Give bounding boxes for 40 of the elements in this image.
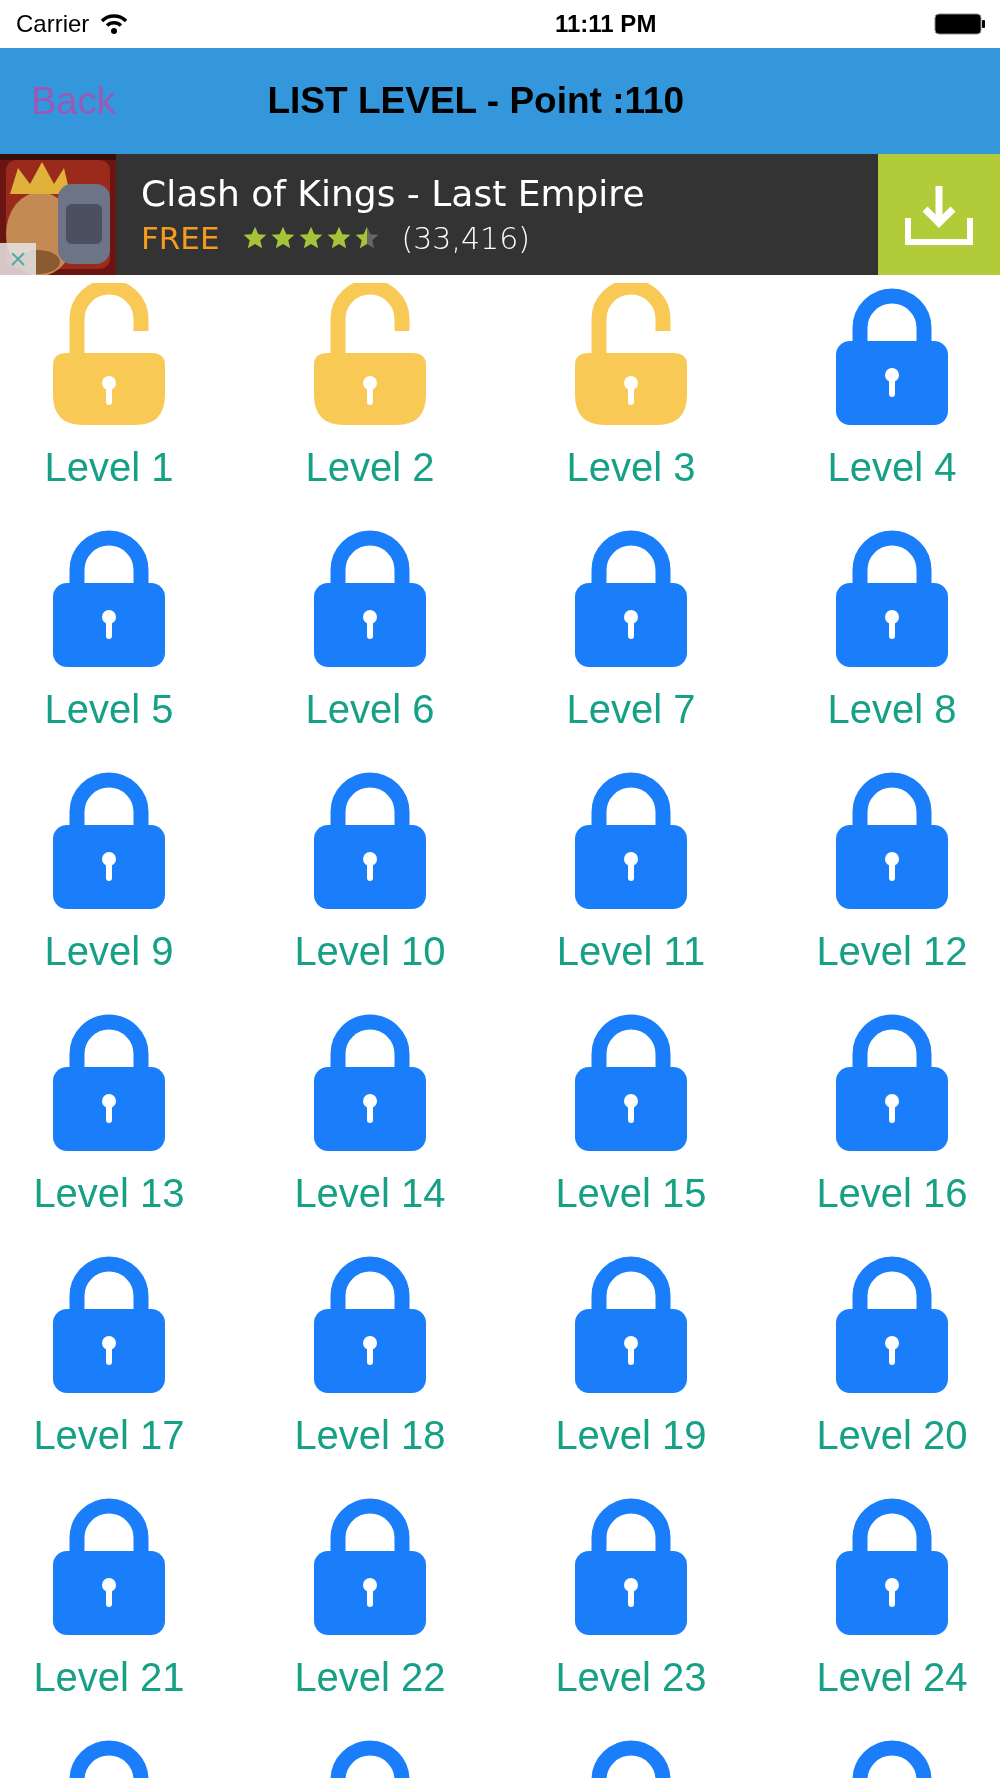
level-label: Level 20 — [816, 1413, 968, 1458]
level-label: Level 15 — [555, 1171, 707, 1216]
level-label: Level 21 — [33, 1655, 185, 1700]
carrier-label: Carrier — [16, 10, 90, 38]
level-label: Level 24 — [816, 1655, 968, 1700]
level-label: Level 13 — [33, 1171, 185, 1216]
level-label: Level 10 — [294, 929, 446, 974]
level-label: Level 3 — [566, 445, 696, 490]
level-label: Level 8 — [827, 687, 957, 732]
star-icon — [269, 225, 296, 251]
battery-icon — [934, 13, 986, 35]
star-icon — [241, 225, 268, 251]
wifi-icon — [101, 14, 128, 34]
star-icon — [325, 225, 352, 251]
level-label: Level 6 — [305, 687, 435, 732]
back-button[interactable]: Back — [31, 79, 116, 123]
level-label: Level 18 — [294, 1413, 446, 1458]
level-label: Level 12 — [816, 929, 968, 974]
ad-title: Clash of Kings - Last Empire — [141, 173, 646, 214]
level-label: Level 14 — [294, 1171, 446, 1216]
close-button[interactable]: × — [0, 243, 36, 275]
level-label: Level 17 — [33, 1413, 185, 1458]
level-label: Level 7 — [566, 687, 696, 732]
level-label: Level 11 — [556, 929, 706, 974]
level-label: Level 2 — [305, 445, 435, 490]
level-label: Level 4 — [827, 445, 957, 490]
level-label: Level 9 — [44, 929, 174, 974]
star-icon — [353, 225, 380, 251]
level-label: Level 5 — [44, 687, 174, 732]
review-count: (33,416) — [401, 220, 530, 256]
download-icon — [905, 183, 973, 246]
level-label: Level 23 — [555, 1655, 707, 1700]
level-label: Level 1 — [44, 445, 174, 490]
star-icon — [297, 225, 324, 251]
clock-time: 11:11 PM — [554, 10, 657, 38]
level-label: Level 16 — [816, 1171, 968, 1216]
level-label: Level 22 — [294, 1655, 446, 1700]
level-label: Level 19 — [555, 1413, 707, 1458]
page-title: LIST LEVEL - Point :110 — [267, 80, 685, 122]
ad-price: FREE — [141, 220, 220, 256]
